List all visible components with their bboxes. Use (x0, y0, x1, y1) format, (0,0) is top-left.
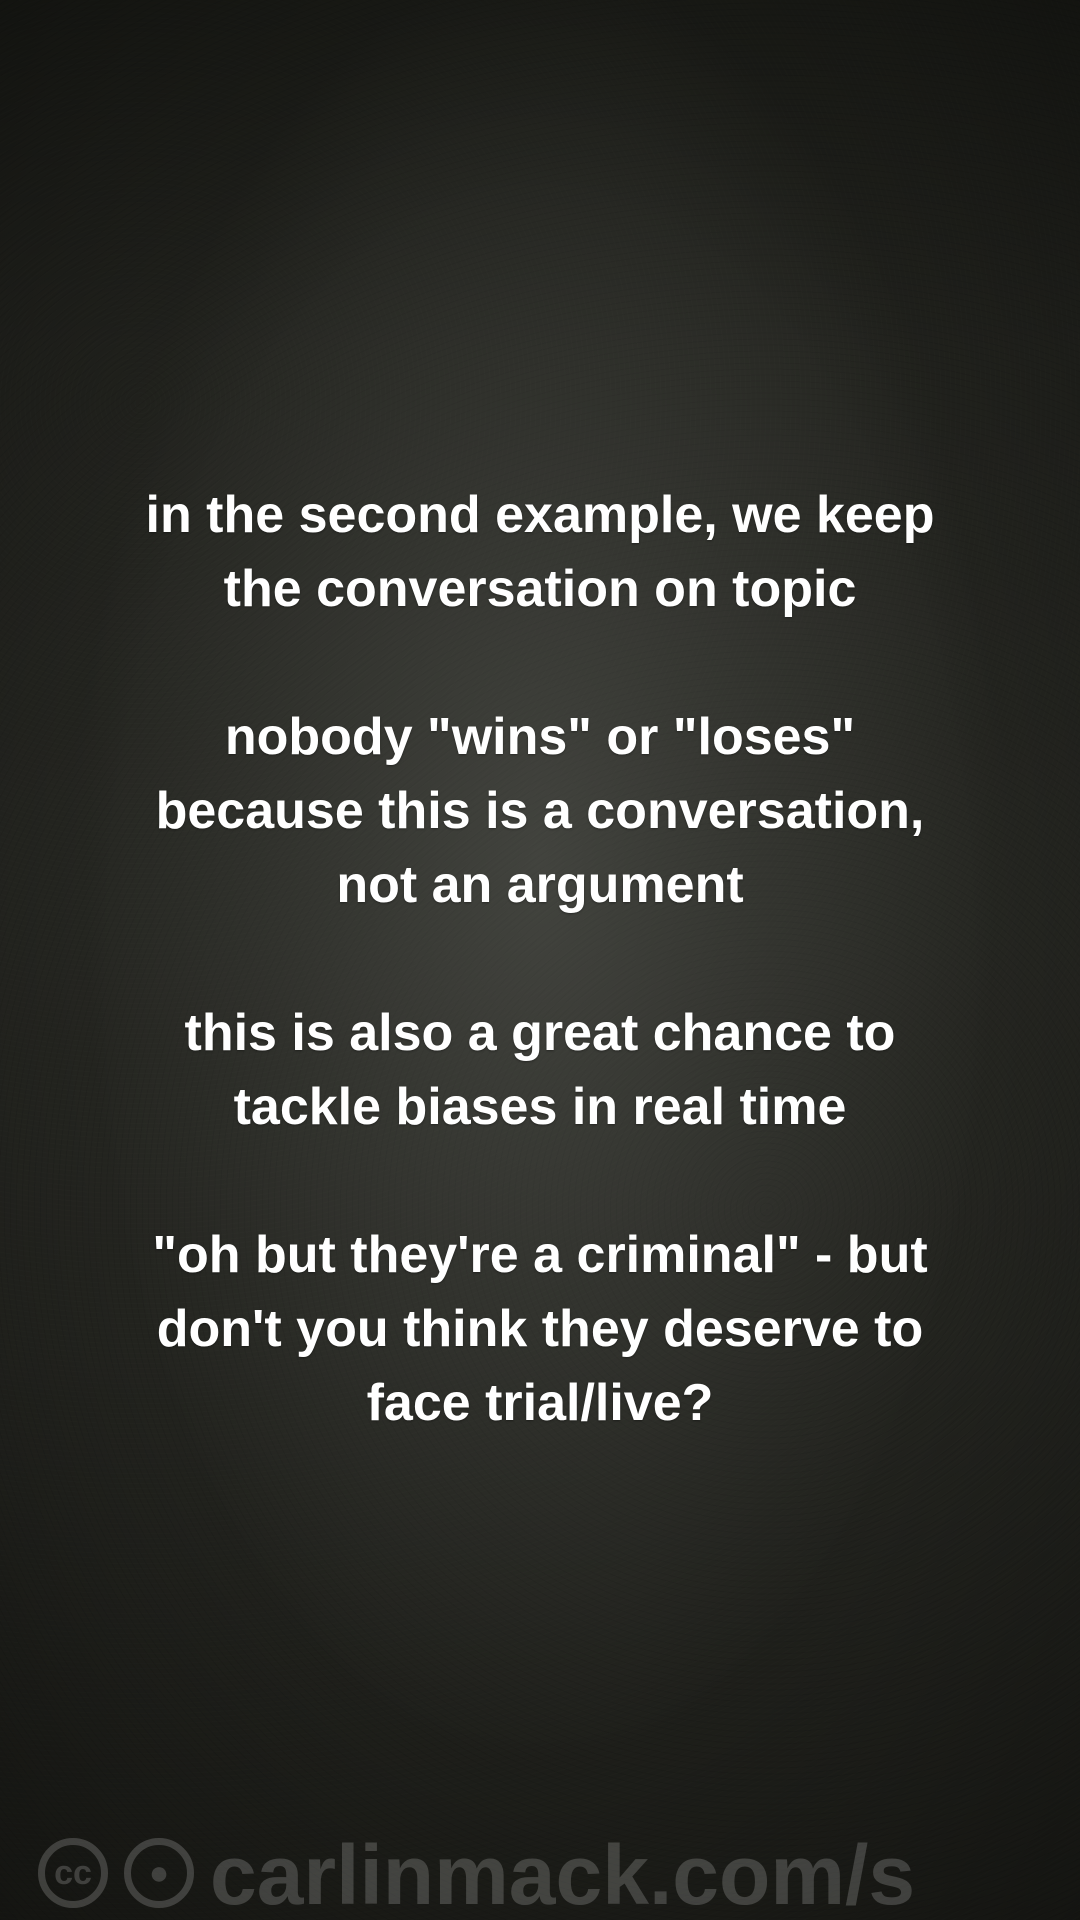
cc-icon: cc (38, 1838, 108, 1908)
text-line: this is also a great chance to (184, 1004, 896, 1062)
text-line: because this is a conversation, (155, 782, 925, 840)
text-line: "oh but they're a criminal" - but (152, 1226, 928, 1284)
text-line: tackle biases in real time (233, 1078, 847, 1136)
text-line: in the second example, we keep (145, 486, 935, 544)
paragraph-4: "oh but they're a criminal" - but don't … (60, 1218, 1020, 1440)
text-line: not an argument (336, 856, 744, 914)
story-text: in the second example, we keep the conve… (60, 478, 1020, 1440)
paragraph-3: this is also a great chance to tackle bi… (60, 996, 1020, 1144)
by-icon: ● (124, 1838, 194, 1908)
paragraph-1: in the second example, we keep the conve… (60, 478, 1020, 626)
text-line: nobody "wins" or "loses" (224, 708, 856, 766)
text-line: face trial/live? (366, 1374, 714, 1432)
text-line: don't you think they deserve to (156, 1300, 924, 1358)
watermark-text: carlinmack.com/s (210, 1830, 916, 1920)
watermark: cc ● carlinmack.com/s (38, 1830, 1080, 1920)
text-line: the conversation on topic (223, 560, 857, 618)
paragraph-2: nobody "wins" or "loses" because this is… (60, 700, 1020, 922)
